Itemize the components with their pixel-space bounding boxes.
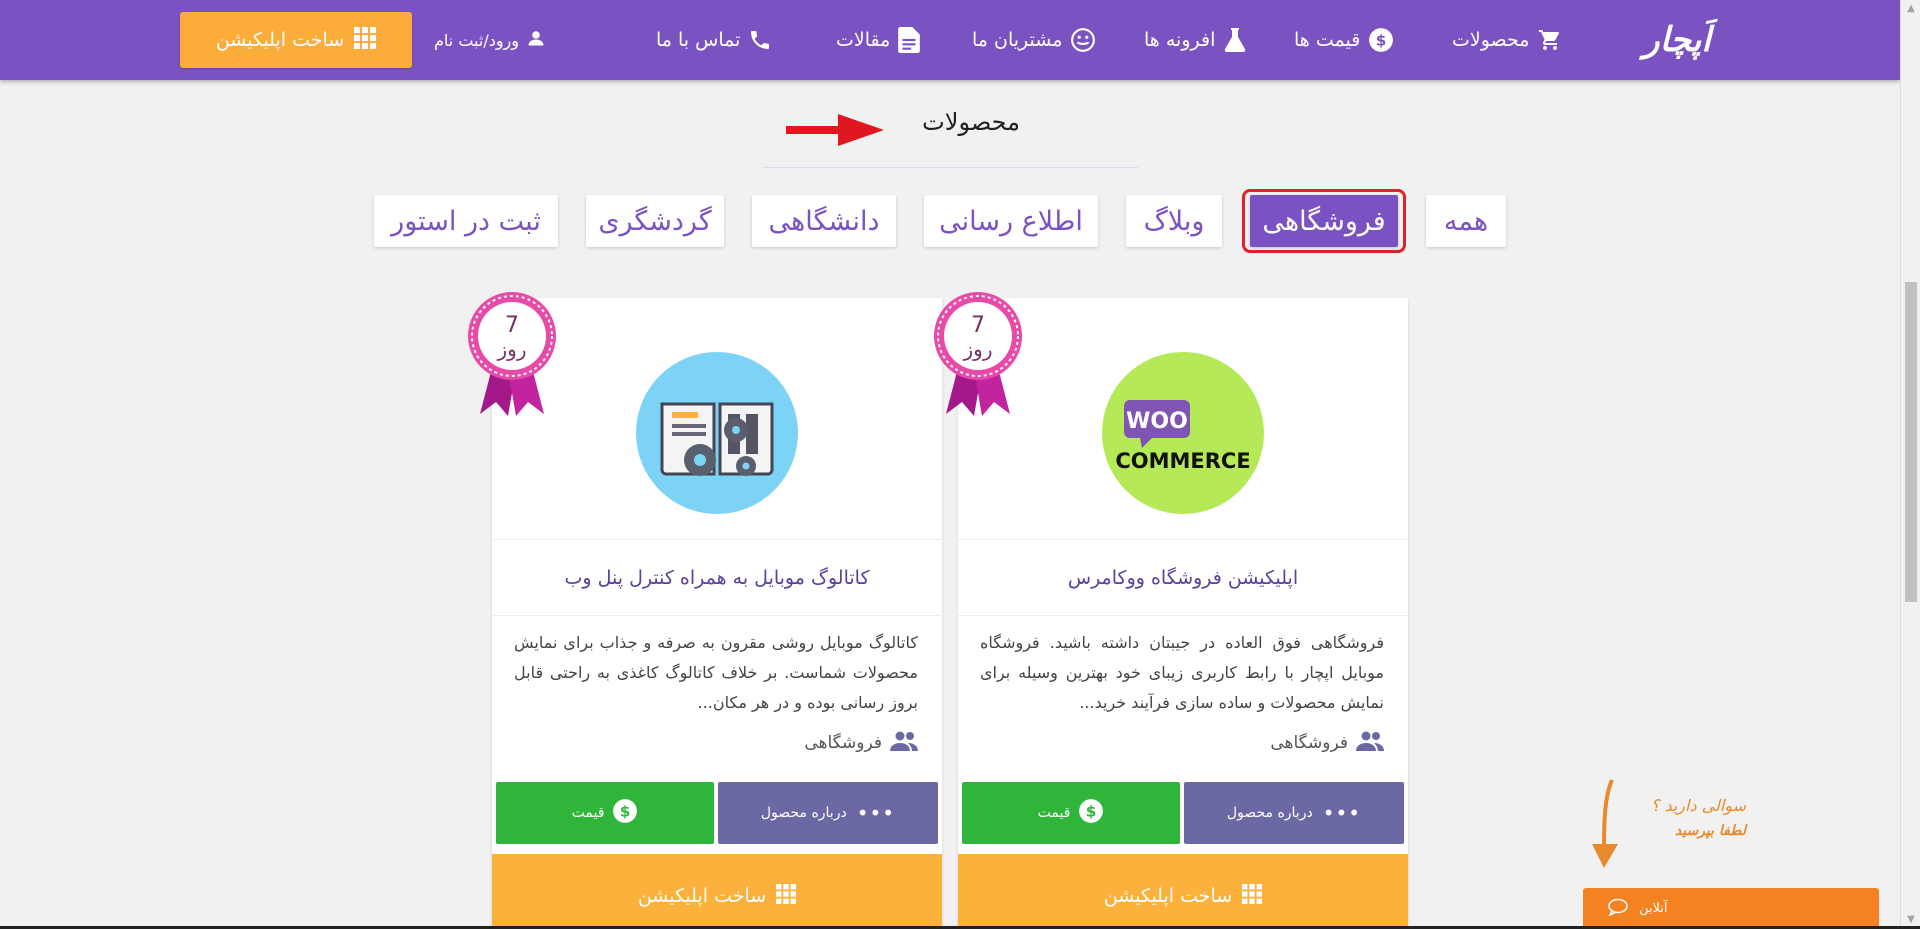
scroll-thumb[interactable]: [1905, 282, 1917, 602]
tab-news[interactable]: اطلاع رسانی: [924, 195, 1098, 247]
card-title[interactable]: کاتالوگ موبایل به همراه کنترل پنل وب: [492, 540, 942, 616]
price-button[interactable]: $ قیمت: [496, 782, 714, 844]
about-product-button[interactable]: ••• درباره محصول: [1184, 782, 1404, 844]
page: اَپچار محصولات $ قیمت ها افرونه ها مشتری…: [0, 0, 1900, 929]
card-image-area: WOO COMMERCE: [958, 298, 1408, 540]
about-label: درباره محصول: [760, 805, 847, 821]
nav-prices-label: قیمت ها: [1294, 29, 1361, 51]
grid-icon: [776, 883, 797, 909]
commerce-text: COMMERCE: [1115, 449, 1250, 473]
card-make-app-label: ساخت اپلیکیشن: [1103, 885, 1233, 907]
card-category: فروشگاهی: [1270, 728, 1384, 758]
scroll-up-arrow-icon[interactable]: ▲: [1901, 0, 1920, 18]
vertical-scrollbar[interactable]: ▲ ▼: [1900, 0, 1920, 929]
category-label: فروشگاهی: [804, 733, 882, 753]
about-product-button[interactable]: ••• درباره محصول: [718, 782, 938, 844]
nav-products-label: محصولات: [1452, 29, 1530, 51]
ribbon-badge-icon: 7 روز: [468, 292, 556, 416]
dots-icon: •••: [1322, 801, 1362, 825]
chat-bubble-icon: [1607, 898, 1629, 920]
tab-blog[interactable]: وبلاگ: [1126, 195, 1222, 247]
tab-store-register[interactable]: ثبت در استور: [374, 195, 558, 247]
dots-icon: •••: [856, 801, 896, 825]
card-description: کاتالوگ موبایل روشی مقرون به صرفه و جذاب…: [514, 633, 918, 712]
phone-icon: [748, 28, 772, 52]
price-label: قیمت: [571, 805, 605, 821]
card-category: فروشگاهی: [804, 728, 918, 758]
document-icon: [898, 27, 921, 53]
ribbon-number: 7: [505, 313, 519, 338]
nav-articles[interactable]: مقالات: [836, 0, 921, 80]
curved-arrow-icon: [1592, 779, 1618, 868]
nav-plugins-label: افرونه ها: [1144, 29, 1216, 51]
dollar-icon: $: [1368, 27, 1394, 53]
catalog-book-icon: [636, 352, 798, 514]
ribbon-badge-icon: 7 روز: [934, 292, 1022, 416]
user-icon: [527, 29, 545, 51]
woo-text: WOO: [1126, 409, 1188, 434]
grid-icon: [354, 26, 377, 54]
card-make-app-label: ساخت اپلیکیشن: [637, 885, 767, 907]
dollar-icon: $: [1078, 798, 1104, 828]
svg-text:$: $: [620, 802, 631, 820]
ribbon-unit: روز: [963, 337, 993, 361]
section-title: محصولات: [922, 108, 1020, 136]
red-arrow-icon: [786, 114, 884, 146]
nav-plugins[interactable]: افرونه ها: [1144, 0, 1247, 80]
product-card-woocommerce: WOO COMMERCE اپلیکیشن فروشگاه ووکامرس فر…: [958, 298, 1408, 929]
price-label: قیمت: [1037, 805, 1071, 821]
help-line1: سوالی دارید ؟: [1650, 796, 1746, 815]
tab-tourism[interactable]: گردشگری: [586, 195, 724, 247]
price-button[interactable]: $ قیمت: [962, 782, 1180, 844]
nav-products[interactable]: محصولات: [1452, 0, 1563, 80]
help-prompt: سوالی دارید ؟ لطفا بپرسید: [1626, 796, 1746, 839]
smiley-icon: [1070, 27, 1096, 53]
cart-icon: [1537, 28, 1563, 52]
tab-all[interactable]: همه: [1426, 195, 1506, 247]
site-logo[interactable]: اَپچار: [1632, 18, 1722, 62]
svg-text:$: $: [1376, 31, 1387, 49]
dollar-icon: $: [612, 798, 638, 828]
card-make-app-button[interactable]: ساخت اپلیکیشن: [958, 854, 1408, 929]
flask-icon: [1223, 27, 1247, 53]
nav-customers-label: مشتریان ما: [972, 29, 1063, 51]
product-card-catalog: کاتالوگ موبایل به همراه کنترل پنل وب کات…: [492, 298, 942, 929]
card-description: فروشگاهی فوق العاده در جیبتان داشته باشی…: [980, 633, 1384, 712]
title-divider: [762, 167, 1138, 168]
people-icon: [890, 731, 918, 756]
top-navbar: اَپچار محصولات $ قیمت ها افرونه ها مشتری…: [0, 0, 1900, 80]
nav-contact-label: تماس با ما: [656, 29, 741, 51]
login-link[interactable]: ورود/ثبت نام: [434, 0, 545, 80]
make-app-label: ساخت اپلیکیشن: [215, 29, 345, 51]
login-label: ورود/ثبت نام: [434, 30, 520, 50]
people-icon: [1356, 731, 1384, 756]
nav-customers[interactable]: مشتریان ما: [972, 0, 1096, 80]
svg-text:$: $: [1086, 802, 1097, 820]
category-label: فروشگاهی: [1270, 733, 1348, 753]
online-chat-button[interactable]: آنلاین: [1583, 888, 1879, 929]
grid-icon: [1242, 883, 1263, 909]
tab-shop[interactable]: فروشگاهی: [1250, 195, 1398, 247]
ribbon-unit: روز: [497, 337, 527, 361]
ribbon-number: 7: [971, 313, 985, 338]
card-title[interactable]: اپلیکیشن فروشگاه ووکامرس: [958, 540, 1408, 616]
make-app-button[interactable]: ساخت اپلیکیشن: [180, 12, 412, 68]
help-line2: لطفا بپرسید: [1674, 823, 1746, 839]
about-label: درباره محصول: [1226, 805, 1313, 821]
woocommerce-logo: WOO COMMERCE: [1102, 352, 1264, 514]
nav-articles-label: مقالات: [836, 29, 891, 51]
chat-label: آنلاین: [1639, 901, 1668, 916]
nav-contact[interactable]: تماس با ما: [656, 0, 772, 80]
card-make-app-button[interactable]: ساخت اپلیکیشن: [492, 854, 942, 929]
tab-university[interactable]: دانشگاهی: [752, 195, 896, 247]
nav-prices[interactable]: $ قیمت ها: [1294, 0, 1394, 80]
card-image-area: [492, 298, 942, 540]
